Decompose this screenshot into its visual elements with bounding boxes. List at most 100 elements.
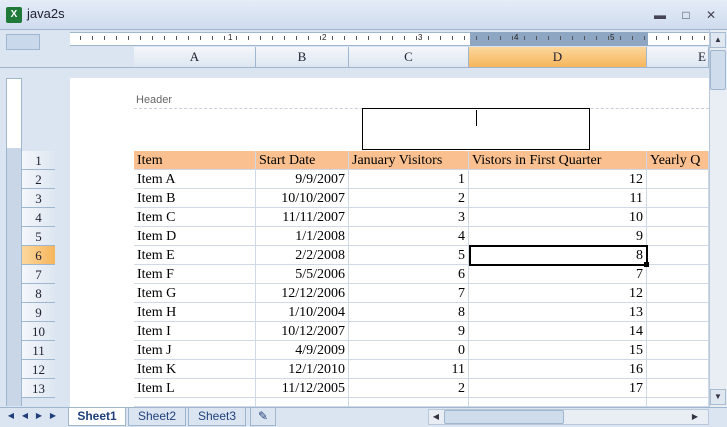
row-header-8[interactable]: 8 (22, 284, 55, 303)
table-cell[interactable]: 2 (349, 379, 469, 398)
table-cell[interactable] (256, 398, 349, 407)
column-header-b[interactable]: B (256, 47, 349, 67)
next-sheet-icon[interactable]: ▶ (34, 409, 44, 423)
table-cell[interactable] (647, 208, 709, 227)
close-icon[interactable]: ✕ (703, 8, 719, 22)
table-cell[interactable]: 17 (469, 379, 647, 398)
table-cell[interactable] (647, 246, 709, 265)
table-cell[interactable]: 10/10/2007 (256, 189, 349, 208)
table-cell[interactable]: 1 (349, 170, 469, 189)
row-header-9[interactable]: 9 (22, 303, 55, 322)
table-cell[interactable]: 12/1/2010 (256, 360, 349, 379)
table-cell[interactable] (647, 379, 709, 398)
column-header-e[interactable]: E (647, 47, 709, 67)
table-cell[interactable]: 3 (349, 208, 469, 227)
table-cell[interactable]: Item L (134, 379, 256, 398)
table-cell[interactable]: 1/10/2004 (256, 303, 349, 322)
table-cell[interactable]: 11 (469, 189, 647, 208)
table-cell[interactable]: 5 (349, 246, 469, 265)
page-header-label[interactable]: Header (136, 94, 172, 106)
table-cell[interactable]: 10/12/2007 (256, 322, 349, 341)
table-cell[interactable]: Item G (134, 284, 256, 303)
minimize-icon[interactable]: ▬ (652, 8, 668, 22)
column-header-a[interactable]: A (134, 47, 256, 67)
table-cell[interactable]: Item D (134, 227, 256, 246)
table-cell[interactable]: Item B (134, 189, 256, 208)
table-cell[interactable]: 9 (469, 227, 647, 246)
table-cell[interactable]: 12 (469, 170, 647, 189)
tab-sheet2[interactable]: Sheet2 (128, 408, 186, 426)
row-header-5[interactable]: 5 (22, 227, 55, 246)
insert-sheet-icon[interactable]: ✎ (250, 408, 276, 426)
table-cell[interactable]: 7 (469, 265, 647, 284)
table-cell[interactable]: 5/5/2006 (256, 265, 349, 284)
table-cell[interactable]: Item A (134, 170, 256, 189)
table-cell[interactable]: 11/12/2005 (256, 379, 349, 398)
fill-handle[interactable] (644, 262, 649, 267)
header-cell[interactable]: Vistors in First Quarter (469, 151, 647, 170)
table-cell[interactable]: 2 (349, 189, 469, 208)
table-cell[interactable] (647, 322, 709, 341)
scroll-left-icon[interactable]: ◀ (429, 410, 443, 424)
prev-sheet-icon[interactable]: ◀ (20, 409, 30, 423)
table-cell[interactable] (134, 398, 256, 407)
table-cell[interactable]: 15 (469, 341, 647, 360)
table-cell[interactable]: Item H (134, 303, 256, 322)
table-cell[interactable] (647, 303, 709, 322)
row-header-10[interactable]: 10 (22, 322, 55, 341)
table-cell[interactable]: Item J (134, 341, 256, 360)
maximize-icon[interactable]: □ (678, 8, 694, 22)
tab-sheet3[interactable]: Sheet3 (188, 408, 246, 426)
table-cell[interactable]: 8 (349, 303, 469, 322)
table-cell[interactable]: Item E (134, 246, 256, 265)
row-header-2[interactable]: 2 (22, 170, 55, 189)
table-cell[interactable]: 13 (469, 303, 647, 322)
scroll-right-icon[interactable]: ▶ (688, 410, 702, 424)
table-cell[interactable]: 6 (349, 265, 469, 284)
table-cell[interactable] (647, 265, 709, 284)
column-header-d[interactable]: D (469, 47, 647, 67)
scroll-down-icon[interactable]: ▼ (710, 389, 726, 405)
header-cell[interactable]: Start Date (256, 151, 349, 170)
select-all-button[interactable] (6, 34, 40, 50)
horizontal-scroll-thumb[interactable] (444, 410, 564, 424)
header-cell[interactable]: January Visitors (349, 151, 469, 170)
table-cell[interactable]: 2/2/2008 (256, 246, 349, 265)
table-cell[interactable]: Item F (134, 265, 256, 284)
table-cell[interactable] (647, 341, 709, 360)
table-cell[interactable] (469, 398, 647, 407)
tab-sheet1[interactable]: Sheet1 (68, 408, 126, 426)
table-cell[interactable] (647, 360, 709, 379)
table-cell[interactable] (647, 189, 709, 208)
scroll-up-icon[interactable]: ▲ (710, 32, 726, 48)
table-cell[interactable]: 9 (349, 322, 469, 341)
table-cell[interactable]: 10 (469, 208, 647, 227)
table-cell[interactable] (647, 170, 709, 189)
row-header-7[interactable]: 7 (22, 265, 55, 284)
table-cell[interactable]: 1/1/2008 (256, 227, 349, 246)
table-cell[interactable] (647, 398, 709, 407)
table-cell[interactable]: 9/9/2007 (256, 170, 349, 189)
row-header-11[interactable]: 11 (22, 341, 55, 360)
table-cell[interactable] (647, 227, 709, 246)
excel-icon[interactable]: X (6, 7, 22, 23)
first-sheet-icon[interactable]: ◀ (6, 409, 16, 423)
table-cell[interactable]: 16 (469, 360, 647, 379)
row-header-3[interactable]: 3 (22, 189, 55, 208)
row-header-6[interactable]: 6 (22, 246, 55, 265)
table-cell[interactable]: 4/9/2009 (256, 341, 349, 360)
header-cell[interactable]: Item (134, 151, 256, 170)
row-header-13[interactable]: 13 (22, 379, 55, 398)
table-cell[interactable] (647, 284, 709, 303)
vertical-scroll-thumb[interactable] (710, 50, 726, 90)
table-cell[interactable]: 14 (469, 322, 647, 341)
table-cell[interactable] (349, 398, 469, 407)
last-sheet-icon[interactable]: ▶ (48, 409, 58, 423)
table-cell[interactable]: Item K (134, 360, 256, 379)
column-header-c[interactable]: C (349, 47, 469, 67)
table-cell[interactable]: Item I (134, 322, 256, 341)
table-cell[interactable]: 0 (349, 341, 469, 360)
row-header-12[interactable]: 12 (22, 360, 55, 379)
table-cell[interactable]: 11/11/2007 (256, 208, 349, 227)
table-cell[interactable]: 4 (349, 227, 469, 246)
